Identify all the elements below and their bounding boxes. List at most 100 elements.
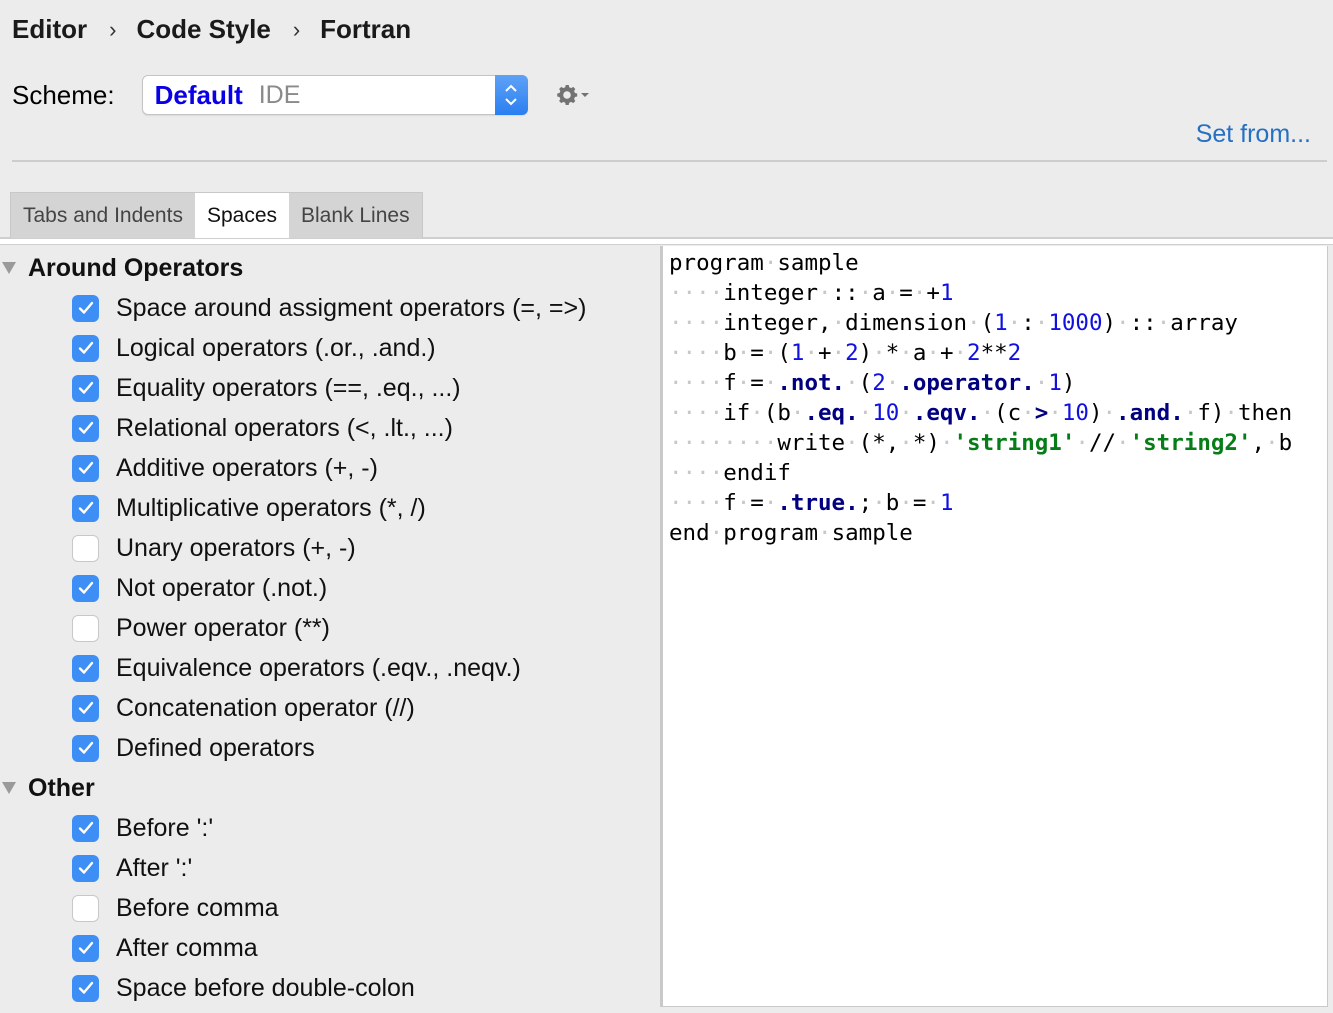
scheme-select[interactable]: Default IDE (141, 75, 528, 115)
code-token: ( (858, 370, 873, 396)
code-keyword: > (1034, 400, 1049, 426)
option-row[interactable]: After comma (72, 928, 258, 968)
tab-tabs-and-indents[interactable]: Tabs and Indents (11, 193, 195, 238)
checkbox[interactable] (72, 414, 99, 442)
group-header[interactable]: Around Operators (0, 248, 243, 288)
triangle-down-icon[interactable] (2, 262, 16, 274)
code-token: = (750, 370, 764, 396)
code-token: + (939, 340, 954, 366)
code-token: ) (1102, 310, 1117, 336)
code-number: 10 (1061, 400, 1089, 426)
code-token: : (1021, 310, 1035, 336)
option-row[interactable]: Multiplicative operators (*, /) (72, 488, 426, 528)
code-token: f (723, 490, 737, 516)
option-row[interactable]: Relational operators (<, .lt., ...) (72, 408, 453, 448)
checkmark-icon (78, 941, 93, 954)
up-down-chevron-icon[interactable] (494, 75, 528, 115)
checkbox[interactable] (72, 894, 99, 922)
code-token: b (723, 340, 737, 366)
whitespace-marker: · (885, 370, 900, 396)
code-token: f (723, 370, 737, 396)
checkbox[interactable] (72, 694, 99, 722)
code-number: 1 (939, 490, 954, 516)
option-label: Equality operators (==, .eq., ...) (116, 373, 461, 402)
code-token: :: (831, 280, 859, 306)
checkbox[interactable] (72, 294, 99, 322)
code-token: = (912, 490, 927, 516)
code-keyword: .eq. (804, 400, 859, 426)
checkbox[interactable] (72, 814, 99, 842)
set-from-link[interactable]: Set from... (1196, 120, 1311, 149)
group-header[interactable]: Other (0, 768, 95, 808)
option-row[interactable]: Before comma (72, 888, 279, 928)
option-row[interactable]: Unary operators (+, -) (72, 528, 356, 568)
checkmark-icon (78, 381, 93, 394)
breadcrumb-code-style[interactable]: Code Style (136, 14, 270, 45)
code-token: write (777, 430, 846, 456)
checkbox[interactable] (72, 934, 99, 962)
checkbox[interactable] (72, 494, 99, 522)
option-row[interactable]: Logical operators (.or., .and.) (72, 328, 436, 368)
option-label: Relational operators (<, .lt., ...) (116, 413, 453, 442)
whitespace-marker: · (1265, 430, 1279, 456)
code-keyword: .operator. (899, 370, 1035, 396)
option-row[interactable]: Defined operators (72, 728, 315, 768)
checkmark-icon (78, 821, 93, 834)
tab-bar: Tabs and Indents Spaces Blank Lines (10, 192, 423, 238)
checkbox[interactable] (72, 334, 99, 362)
whitespace-marker: · (845, 430, 859, 456)
checkbox[interactable] (72, 454, 99, 482)
whitespace-marker: · (831, 340, 846, 366)
code-number: 10 (872, 400, 900, 426)
code-token: :: (1129, 310, 1157, 336)
triangle-down-icon[interactable] (2, 782, 16, 794)
whitespace-marker: · (1048, 400, 1062, 426)
whitespace-marker: ···· (669, 280, 724, 306)
whitespace-marker: · (885, 280, 900, 306)
whitespace-marker: · (1224, 400, 1238, 426)
tab-blank-lines[interactable]: Blank Lines (289, 193, 422, 238)
whitespace-marker: · (818, 520, 832, 546)
tab-spaces[interactable]: Spaces (194, 193, 289, 238)
code-line: ····f·=·.not.·(2·.operator.·1) (669, 368, 1292, 398)
scheme-actions-button[interactable] (554, 82, 590, 108)
option-label: Concatenation operator (//) (116, 693, 415, 722)
option-row[interactable]: Power operator (**) (72, 608, 330, 648)
option-row[interactable]: Concatenation operator (//) (72, 688, 415, 728)
code-token: f) (1197, 400, 1225, 426)
option-label: Power operator (**) (116, 613, 330, 642)
whitespace-marker: ···· (669, 460, 724, 486)
whitespace-marker: · (763, 490, 778, 516)
option-row[interactable]: Additive operators (+, -) (72, 448, 378, 488)
option-row[interactable]: Before ':' (72, 808, 213, 848)
checkbox[interactable] (72, 654, 99, 682)
option-row[interactable]: After ':' (72, 848, 192, 888)
code-number: 2 (872, 370, 886, 396)
code-number: 1 (790, 340, 805, 366)
option-label: Before ':' (116, 813, 214, 842)
option-row[interactable]: Space before double-colon (72, 968, 415, 1008)
option-row[interactable]: Equivalence operators (.eqv., .neqv.) (72, 648, 521, 688)
breadcrumb-editor[interactable]: Editor (12, 14, 87, 45)
option-label: Additive operators (+, -) (116, 453, 378, 482)
whitespace-marker: · (763, 250, 778, 276)
scheme-kind: IDE (258, 80, 301, 109)
whitespace-marker: ···· (669, 310, 724, 336)
code-token: integer (723, 280, 819, 306)
checkbox[interactable] (72, 974, 99, 1002)
code-token: + (926, 280, 940, 306)
checkmark-icon (78, 461, 93, 474)
option-row[interactable]: Equality operators (==, .eq., ...) (72, 368, 461, 408)
option-row[interactable]: Space around assigment operators (=, =>) (72, 288, 586, 328)
code-token: (*, (858, 430, 900, 456)
checkmark-icon (78, 421, 93, 434)
checkbox[interactable] (72, 534, 99, 562)
option-row[interactable]: Not operator (.not.) (72, 568, 327, 608)
checkbox[interactable] (72, 734, 99, 762)
checkbox[interactable] (72, 614, 99, 642)
code-keyword: .true. (777, 490, 859, 516)
checkbox[interactable] (72, 374, 99, 402)
checkbox[interactable] (72, 854, 99, 882)
whitespace-marker: · (1116, 430, 1130, 456)
checkbox[interactable] (72, 574, 99, 602)
